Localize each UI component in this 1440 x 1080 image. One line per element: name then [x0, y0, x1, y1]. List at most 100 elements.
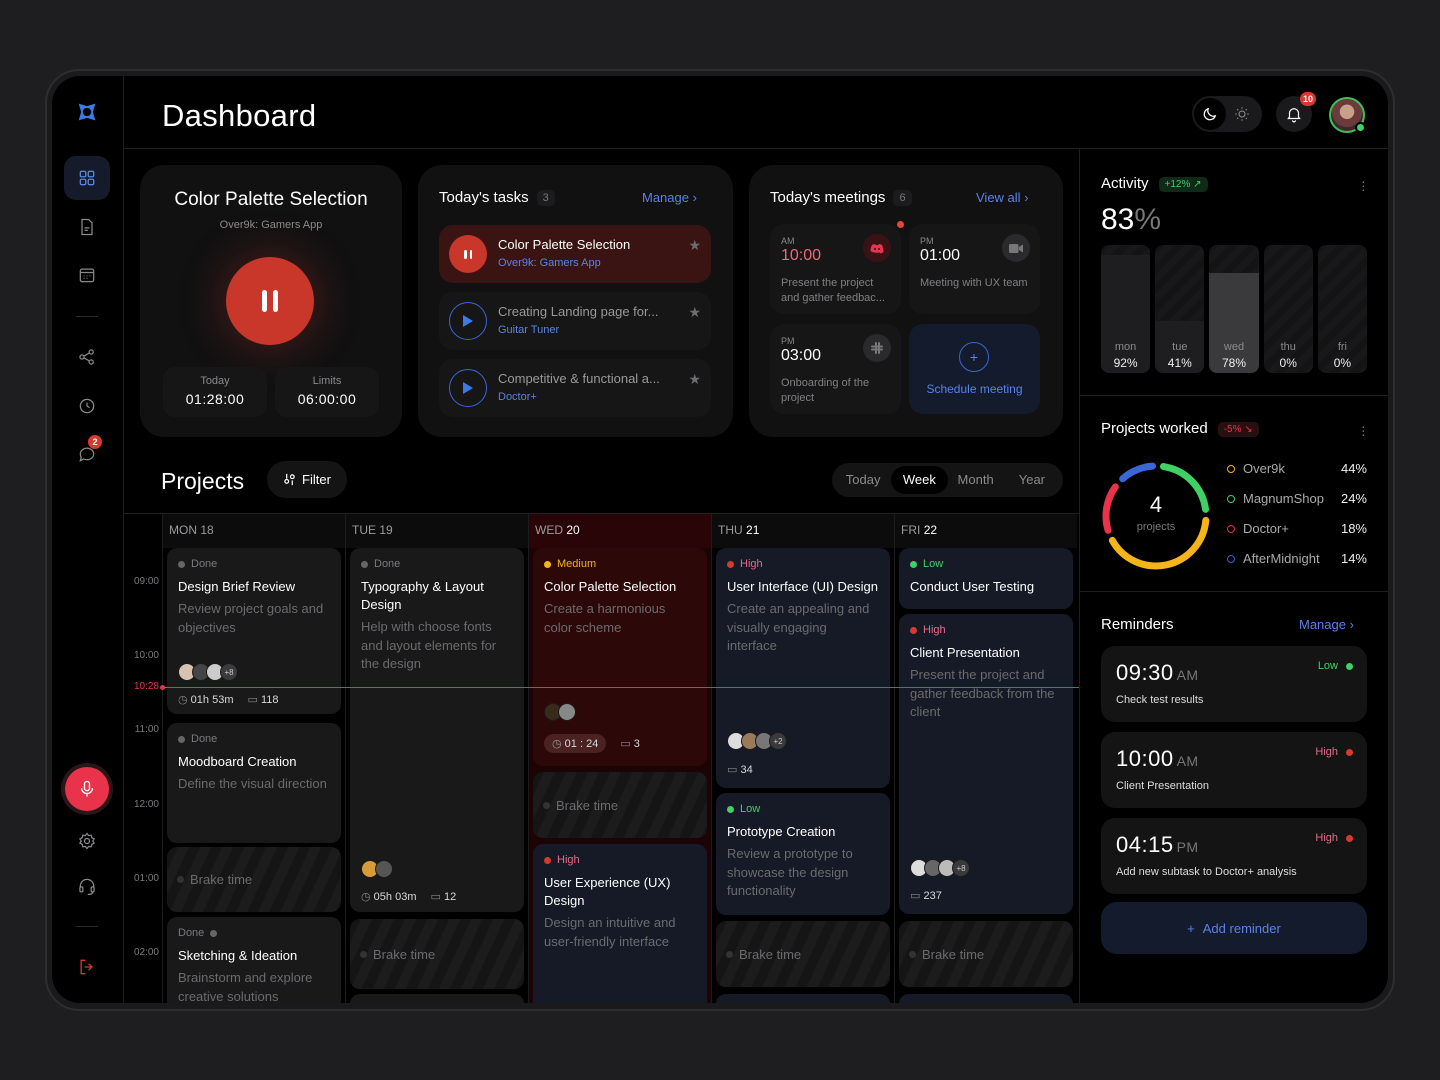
- sidebar-item-calendar[interactable]: [64, 253, 110, 297]
- dark-mode-option[interactable]: [1194, 98, 1226, 130]
- event-card[interactable]: Done Moodboard Creation Define the visua…: [167, 723, 341, 843]
- logout-button[interactable]: [64, 945, 110, 989]
- event-card[interactable]: Done Typography & Layout Design Help wit…: [350, 548, 524, 912]
- meeting-item[interactable]: PM 03:00 Onboarding of the project: [770, 324, 901, 414]
- user-avatar[interactable]: [1329, 97, 1366, 133]
- running-timer[interactable]: ◷ 01 : 24: [544, 734, 607, 753]
- notifications-button[interactable]: 10: [1276, 92, 1317, 132]
- pause-task-button[interactable]: [449, 235, 487, 273]
- more-assignees: +2: [769, 732, 787, 750]
- reminder-text: Client Presentation: [1116, 780, 1209, 792]
- activity-day-label: tue: [1172, 341, 1188, 353]
- star-icon[interactable]: ★: [688, 371, 701, 388]
- filter-button[interactable]: Filter: [267, 461, 347, 498]
- more-options-icon[interactable]: · · ·: [1361, 419, 1366, 441]
- week-calendar: 09:00 10:00 10:28 11:00 12:00 01:00 02:0…: [124, 513, 1079, 1003]
- legend-marker: [1227, 524, 1235, 533]
- sidebar-item-chat[interactable]: 2: [64, 432, 110, 476]
- task-item[interactable]: Competitive & functional a... Doctor+ ★: [439, 359, 711, 417]
- task-project: Guitar Tuner: [498, 324, 560, 336]
- sidebar-item-history[interactable]: [64, 384, 110, 428]
- light-mode-option[interactable]: [1226, 98, 1258, 130]
- bell-icon: [1287, 108, 1301, 123]
- event-title: Client Presentation: [910, 645, 1020, 660]
- activity-day-label: wed: [1223, 341, 1245, 353]
- reminder-item[interactable]: 10:00 AM Client Presentation High: [1101, 732, 1367, 808]
- event-card[interactable]: Low Conduct User Testing: [899, 548, 1073, 609]
- calendar-icon: [79, 268, 95, 283]
- page-title: Dashboard: [162, 98, 317, 133]
- manage-tasks-link[interactable]: Manage ›: [642, 190, 697, 205]
- projects-count: 4: [1149, 492, 1163, 517]
- tab-month[interactable]: Month: [948, 466, 1004, 494]
- view-range-selector: Today Week Month Year: [832, 463, 1063, 497]
- schedule-meeting-button[interactable]: + Schedule meeting: [909, 324, 1040, 414]
- sidebar-item-support[interactable]: [64, 864, 110, 908]
- task-title: Competitive & functional a...: [498, 371, 660, 386]
- event-card[interactable]: Done Sketching & Ideation Brainstorm and…: [167, 917, 341, 1003]
- tab-today[interactable]: Today: [835, 466, 891, 494]
- sidebar-item-documents[interactable]: [64, 205, 110, 249]
- sidebar-item-settings[interactable]: [64, 819, 110, 863]
- theme-toggle[interactable]: [1192, 96, 1262, 132]
- event-card[interactable]: [350, 994, 524, 1003]
- event-card[interactable]: [716, 994, 890, 1003]
- tab-week[interactable]: Week: [891, 466, 948, 494]
- event-card[interactable]: High User Interface (UI) Design Create a…: [716, 548, 890, 788]
- break-block: Brake time: [716, 921, 890, 987]
- priority-badge: High: [727, 558, 879, 570]
- tab-year[interactable]: Year: [1004, 466, 1060, 494]
- star-icon[interactable]: ★: [688, 237, 701, 254]
- meeting-time: 01:00: [920, 247, 961, 264]
- event-description: Define the visual direction: [178, 776, 327, 791]
- unread-dot: [897, 221, 904, 228]
- activity-bar-mon: mon 92%: [1101, 245, 1151, 373]
- meetings-count: 6: [893, 190, 912, 207]
- stopwatch-icon: ◷: [178, 694, 188, 706]
- meeting-description: Onboarding of the project: [781, 377, 870, 404]
- priority-badge: High: [910, 624, 1062, 636]
- projects-worked-title: Projects worked: [1101, 420, 1208, 437]
- logo-icon[interactable]: [64, 90, 110, 134]
- play-task-button[interactable]: [449, 302, 487, 340]
- day-header: WED 20: [529, 514, 711, 548]
- task-item[interactable]: Color Palette Selection Over9k: Gamers A…: [439, 225, 711, 283]
- more-options-icon[interactable]: · · ·: [1361, 174, 1366, 196]
- activity-total: 83%: [1101, 203, 1162, 236]
- pause-timer-button[interactable]: [226, 257, 314, 345]
- add-reminder-label: Add reminder: [1202, 920, 1281, 936]
- event-card[interactable]: Done Design Brief Review Review project …: [167, 548, 341, 714]
- schedule-meeting-label: Schedule meeting: [926, 382, 1023, 396]
- comment-icon: ▭: [430, 891, 441, 903]
- chevron-right-icon: ›: [1349, 617, 1354, 632]
- event-card[interactable]: High User Experience (UX) Design Design …: [533, 844, 707, 1003]
- add-reminder-button[interactable]: + Add reminder: [1101, 902, 1367, 954]
- event-card[interactable]: Medium Color Palette Selection Create a …: [533, 548, 707, 766]
- projects-count-label: projects: [1136, 521, 1176, 533]
- assignee-avatars: [361, 860, 393, 878]
- star-icon[interactable]: ★: [688, 304, 701, 321]
- day-column-thu: THU 21 High User Interface (UI) Design C…: [711, 514, 894, 1003]
- reminder-item[interactable]: 04:15 PM Add new subtask to Doctor+ analy…: [1101, 818, 1367, 894]
- manage-reminders-link[interactable]: Manage ›: [1299, 617, 1354, 632]
- play-task-button[interactable]: [449, 369, 487, 407]
- view-all-meetings-link[interactable]: View all ›: [976, 190, 1029, 205]
- stopwatch-icon: ◷: [552, 738, 562, 750]
- activity-day-label: thu: [1280, 341, 1296, 353]
- meeting-item[interactable]: PM 01:00 Meeting with UX team: [909, 224, 1040, 314]
- microphone-button[interactable]: [65, 767, 109, 811]
- event-card[interactable]: High Client Presentation Present the pro…: [899, 614, 1073, 914]
- task-item[interactable]: Creating Landing page for... Guitar Tune…: [439, 292, 711, 350]
- event-card[interactable]: Low Prototype Creation Review a prototyp…: [716, 793, 890, 915]
- event-description: Brainstorm and explore creative solution…: [178, 970, 313, 1003]
- meeting-item[interactable]: AM 10:00 Present the project and gather f…: [770, 221, 904, 314]
- sidebar-item-dashboard[interactable]: [64, 156, 110, 200]
- legend-item: AfterMidnight 14%: [1227, 551, 1367, 566]
- event-title: Prototype Creation: [727, 824, 836, 839]
- legend-label: Doctor+: [1243, 521, 1289, 536]
- legend-label: MagnumShop: [1243, 491, 1324, 506]
- sidebar-item-share[interactable]: [64, 335, 110, 379]
- event-card[interactable]: [899, 994, 1073, 1003]
- reminder-item[interactable]: 09:30 AM Check test results Low: [1101, 646, 1367, 722]
- time-label: 01:00: [133, 873, 159, 884]
